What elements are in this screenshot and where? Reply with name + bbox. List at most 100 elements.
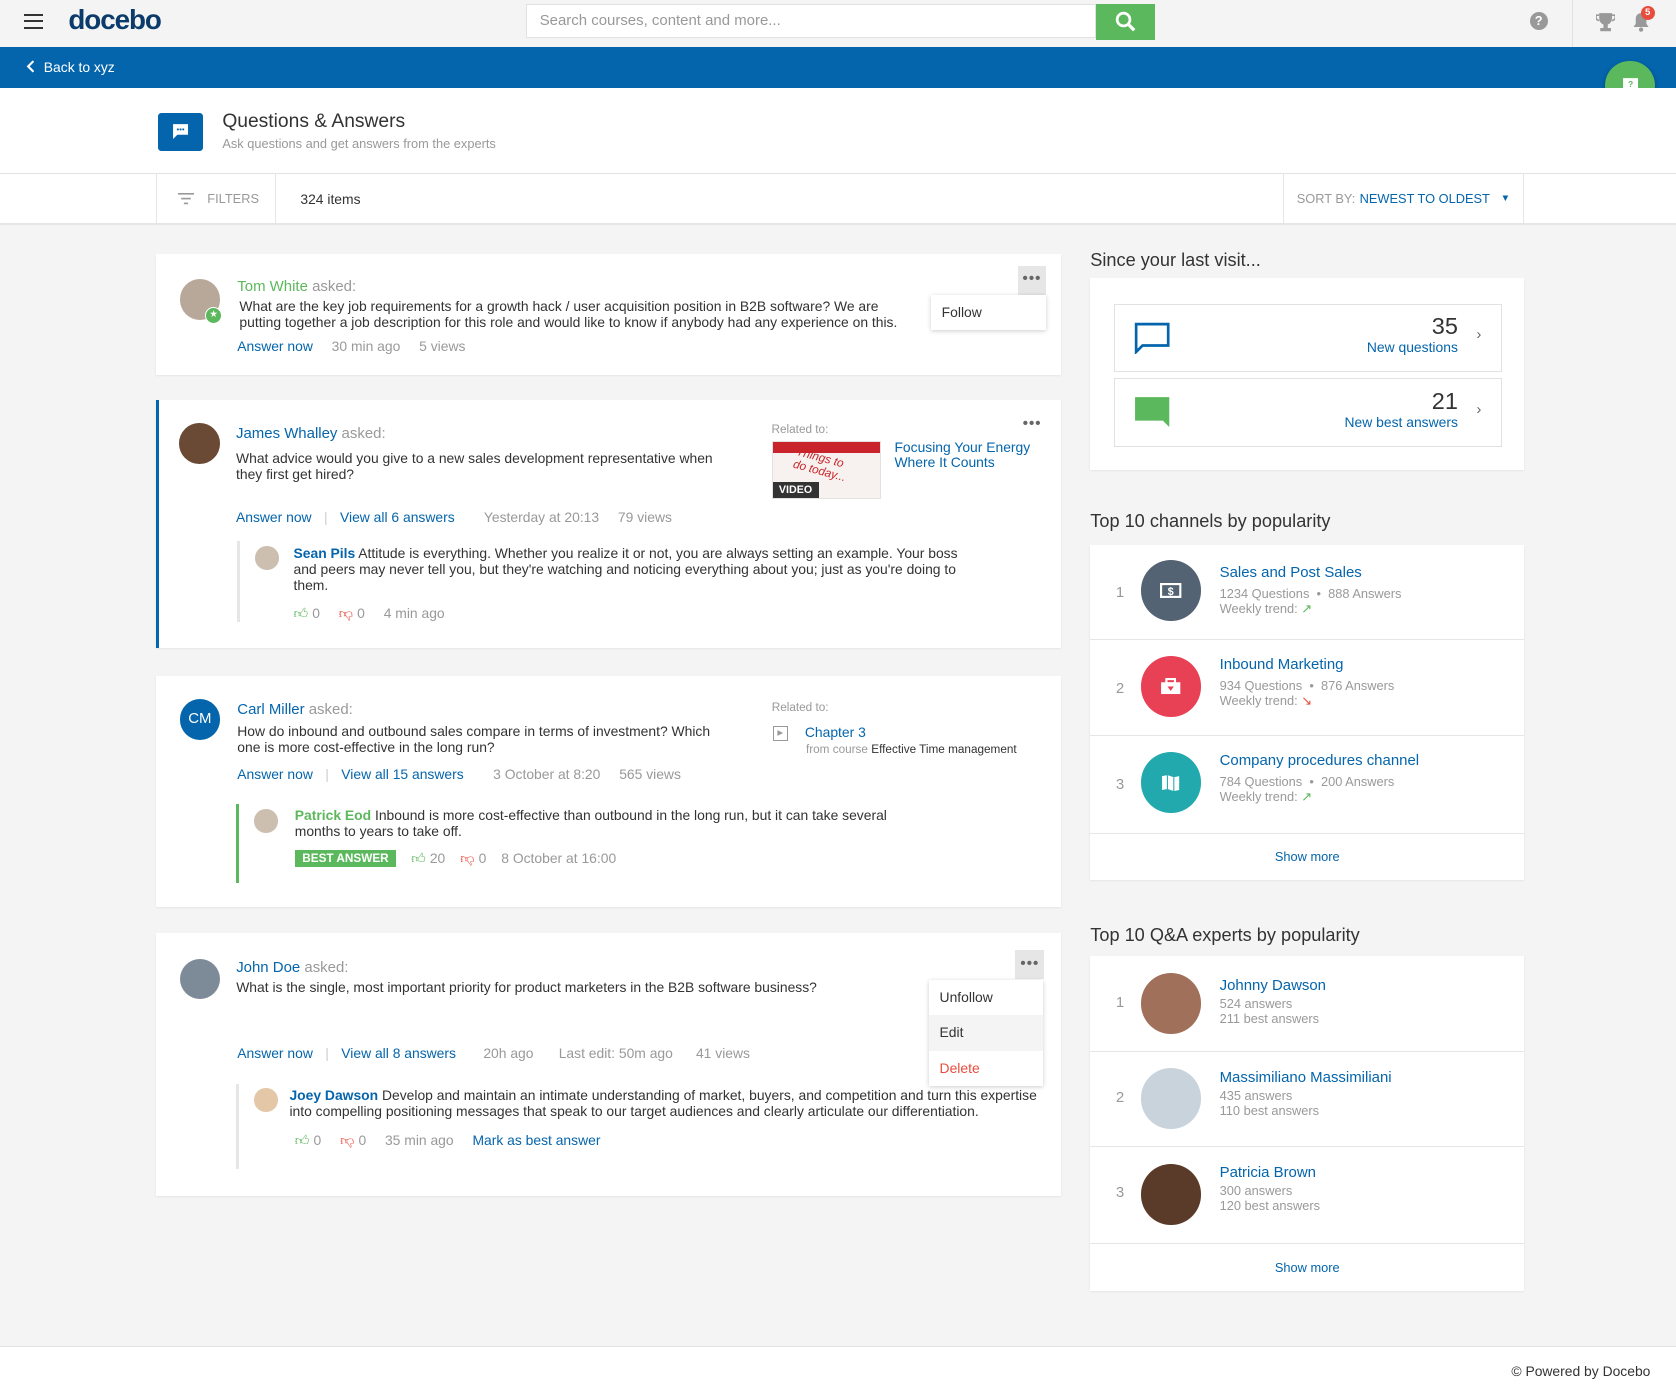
- show-more-experts-link[interactable]: Show more: [1090, 1260, 1524, 1275]
- author-link[interactable]: Carl Miller: [237, 701, 304, 718]
- answer-time: 4 min ago: [383, 604, 445, 621]
- expert-row[interactable]: 1 Johnny Dawson 524 answers 211 best ans…: [1090, 956, 1525, 1052]
- answers-count: 200 Answers: [1320, 773, 1395, 789]
- new-questions-stat[interactable]: 35 New questions ›: [1113, 303, 1502, 372]
- show-more-channels-link[interactable]: Show more: [1090, 849, 1524, 864]
- asked-label: asked:: [308, 701, 353, 719]
- related-label: Related to:: [771, 701, 829, 715]
- play-icon: ▶: [772, 725, 788, 741]
- expert-row[interactable]: 2 Massimiliano Massimiliani 435 answers …: [1090, 1051, 1525, 1147]
- trend-down-icon: ↘: [1301, 692, 1313, 708]
- map-icon: [1140, 752, 1202, 814]
- related-label: Related to:: [771, 423, 829, 437]
- author-link[interactable]: James Whalley: [236, 425, 337, 442]
- answer-now-link[interactable]: Answer now: [237, 338, 313, 354]
- page-title: Questions & Answers: [222, 111, 406, 133]
- answer-now-link[interactable]: Answer now: [237, 766, 313, 782]
- answer-now-link[interactable]: Answer now: [236, 509, 312, 525]
- answer-author-link[interactable]: Sean Pils: [294, 545, 356, 561]
- filter-icon: [178, 192, 195, 205]
- filters-button[interactable]: FILTERS: [156, 174, 276, 224]
- stat-value: 35: [1431, 313, 1458, 340]
- time: 20h ago: [483, 1045, 534, 1062]
- separator: |: [325, 1045, 329, 1062]
- answers-count: 888 Answers: [1328, 585, 1402, 601]
- avatar: [254, 1088, 278, 1112]
- thumbs-up-icon[interactable]: 👍︎: [294, 605, 309, 621]
- new-best-answers-stat[interactable]: 21 New best answers ›: [1113, 378, 1502, 447]
- mark-best-answer-link[interactable]: Mark as best answer: [472, 1132, 600, 1148]
- expert-name[interactable]: Johnny Dawson: [1220, 977, 1326, 994]
- trophy-icon[interactable]: [1595, 12, 1616, 32]
- likes-count: 0: [313, 1131, 322, 1148]
- channel-row[interactable]: 2 Inbound Marketing 934 Questions • 876 …: [1090, 639, 1525, 737]
- search-input[interactable]: Search courses, content and more...: [525, 4, 1096, 39]
- answer-body: Inbound is more cost-effective than outb…: [294, 807, 887, 840]
- more-options-button[interactable]: •••: [1017, 266, 1047, 295]
- more-options-button[interactable]: •••: [1023, 415, 1042, 432]
- docebo-logo[interactable]: docebo: [68, 4, 161, 36]
- thumbs-up-icon[interactable]: 👍︎: [295, 1132, 310, 1148]
- menu-item-delete[interactable]: Delete: [929, 1051, 1043, 1086]
- dislikes-count: 0: [358, 1131, 367, 1148]
- sort-dropdown[interactable]: SORT BY: NEWEST TO OLDEST ▼: [1282, 174, 1525, 224]
- stat-label: New best answers: [1344, 413, 1458, 430]
- answer-author-link[interactable]: Patrick Eod: [295, 807, 371, 823]
- avatar: [179, 958, 221, 1000]
- help-icon[interactable]: ?: [1529, 11, 1548, 30]
- questions-count: 934 Questions: [1219, 677, 1303, 693]
- question-text[interactable]: How do inbound and outbound sales compar…: [237, 723, 718, 755]
- search-button[interactable]: [1095, 4, 1156, 40]
- likes-count: 20: [429, 850, 446, 867]
- question-text[interactable]: What advice would you give to a new sale…: [236, 450, 717, 482]
- channel-row[interactable]: 1 $ Sales and Post Sales 1234 Questions …: [1090, 545, 1525, 641]
- answer-now-link[interactable]: Answer now: [237, 1045, 313, 1061]
- question-text[interactable]: What are the key job requirements for a …: [239, 298, 923, 330]
- powered-by: © Powered by Docebo: [1511, 1362, 1651, 1379]
- view-all-answers-link[interactable]: View all 8 answers: [341, 1045, 456, 1061]
- stat-value: 21: [1431, 387, 1458, 414]
- chevron-right-icon: ›: [1476, 325, 1482, 343]
- author-link[interactable]: Tom White: [237, 278, 308, 295]
- thumbs-up-icon[interactable]: 👍︎: [411, 850, 426, 867]
- hamburger-menu-icon[interactable]: [23, 13, 43, 29]
- items-count: 324 items: [300, 191, 361, 208]
- separator: |: [325, 766, 329, 783]
- thumbs-down-icon[interactable]: 👎︎: [460, 850, 474, 867]
- notification-badge: 5: [1640, 6, 1655, 21]
- related-content-link[interactable]: Chapter 3: [805, 724, 866, 740]
- expert-row[interactable]: 3 Patricia Brown 300 answers 120 best an…: [1090, 1146, 1525, 1245]
- menu-item-unfollow[interactable]: Unfollow: [929, 980, 1043, 1015]
- views: 41 views: [695, 1045, 750, 1062]
- expert-name[interactable]: Massimiliano Massimiliani: [1220, 1069, 1392, 1086]
- channel-name[interactable]: Sales and Post Sales: [1220, 564, 1402, 581]
- more-options-button[interactable]: •••: [1015, 950, 1045, 980]
- answer-author-link[interactable]: Joey Dawson: [289, 1087, 378, 1103]
- back-link[interactable]: Back to xyz: [26, 59, 115, 75]
- expert-name[interactable]: Patricia Brown: [1220, 1164, 1320, 1181]
- answer-preview: Joey Dawson Develop and maintain an inti…: [236, 1083, 1056, 1170]
- thumbs-down-icon[interactable]: 👎︎: [340, 1132, 354, 1148]
- best-answers-count: 110 best answers: [1219, 1103, 1320, 1119]
- menu-item-follow[interactable]: Follow: [931, 295, 1046, 330]
- ellipsis-icon: •••: [1020, 955, 1040, 973]
- rank: 1: [1115, 583, 1125, 601]
- question-text[interactable]: What is the single, most important prior…: [236, 979, 877, 995]
- best-answers-count: 120 best answers: [1219, 1198, 1321, 1214]
- channel-name[interactable]: Company procedures channel: [1220, 752, 1420, 769]
- course-name[interactable]: Effective Time management: [871, 743, 1016, 756]
- related-content-link[interactable]: Focusing Your Energy Where It Counts: [894, 440, 1044, 470]
- last-edit: Last edit: 50m ago: [558, 1045, 673, 1062]
- view-all-answers-link[interactable]: View all 15 answers: [341, 766, 463, 782]
- channel-row[interactable]: 3 Company procedures channel 784 Questio…: [1090, 735, 1525, 834]
- page-header: Questions & Answers Ask questions and ge…: [0, 87, 1676, 175]
- thumbs-down-icon[interactable]: 👎︎: [339, 605, 353, 621]
- author-link[interactable]: John Doe: [236, 959, 300, 976]
- answer-text: Sean Pils Attitude is everything. Whethe…: [294, 545, 978, 593]
- menu-item-edit[interactable]: Edit: [928, 1015, 1044, 1051]
- answers-count: 435 answers: [1219, 1088, 1293, 1104]
- view-all-answers-link[interactable]: View all 6 answers: [340, 509, 455, 525]
- channel-name[interactable]: Inbound Marketing: [1220, 656, 1395, 673]
- video-thumbnail[interactable]: Things to do today... VIDEO: [771, 441, 882, 500]
- page-subtitle: Ask questions and get answers from the e…: [222, 135, 496, 151]
